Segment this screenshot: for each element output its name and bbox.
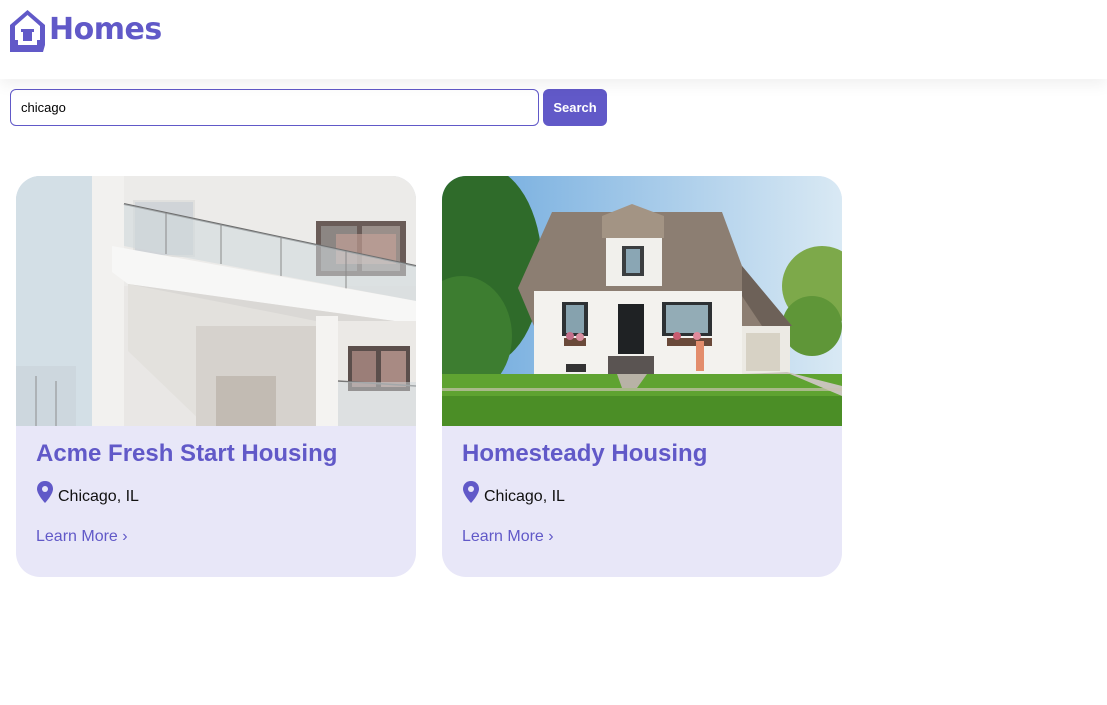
search-input[interactable] [10,89,539,126]
search-bar: Search [10,89,607,126]
listing-location: Chicago, IL [462,481,565,506]
apartment-balcony-photo [16,176,416,426]
brand-logo[interactable]: Homes [9,8,162,52]
listing-title: Acme Fresh Start Housing [36,440,338,467]
site-header: Homes [0,0,1107,79]
search-button[interactable]: Search [543,89,607,126]
listing-card[interactable]: Acme Fresh Start Housing Chicago, IL Lea… [16,176,416,577]
learn-more-link[interactable]: Learn More › [462,528,554,546]
learn-more-link[interactable]: Learn More › [36,528,128,546]
listing-title: Homesteady Housing [462,440,708,467]
location-text: Chicago, IL [484,488,565,505]
listing-card[interactable]: Homesteady Housing Chicago, IL Learn Mor… [442,176,842,577]
listing-location: Chicago, IL [36,481,139,506]
map-pin-icon [37,481,53,503]
location-text: Chicago, IL [58,488,139,505]
white-house-lawn-photo [442,176,842,426]
house-logo-icon [10,10,45,52]
brand-name: Homes [49,12,162,47]
map-pin-icon [463,481,479,503]
